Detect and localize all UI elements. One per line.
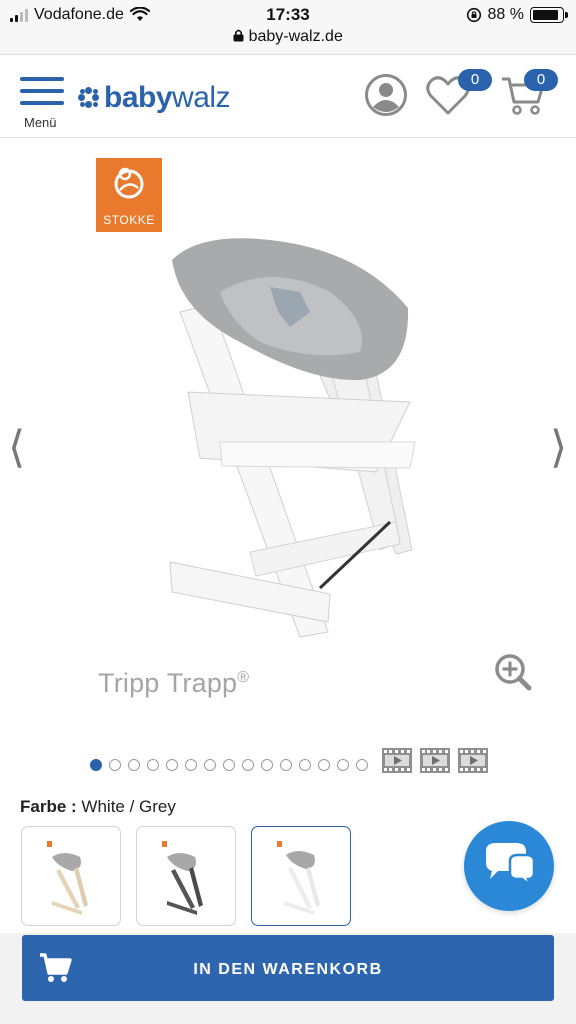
prev-image-button[interactable]: ⟨ [8, 422, 25, 473]
gallery-dot[interactable] [128, 759, 140, 771]
url-text: baby-walz.de [248, 28, 343, 45]
gallery-dot[interactable] [147, 759, 159, 771]
zoom-button[interactable] [494, 653, 532, 696]
color-variants [21, 826, 351, 926]
color-variant-white-selected[interactable] [251, 826, 351, 926]
babywalz-logo[interactable]: baby walz [78, 81, 231, 115]
zoom-in-icon [495, 654, 532, 691]
battery-icon [530, 7, 568, 23]
add-to-cart-bar: IN DEN WARENKORB [0, 933, 576, 1024]
orientation-lock-icon [466, 7, 481, 23]
film-play-icon [382, 748, 412, 773]
hamburger-icon [20, 77, 64, 81]
video-thumbnail-button[interactable] [382, 748, 412, 773]
color-selection-label: Farbe : White / Grey [20, 797, 176, 817]
next-image-button[interactable]: ⟩ [550, 422, 567, 473]
product-image [169, 238, 416, 638]
logo-walz: walz [172, 81, 231, 114]
url-bar[interactable]: baby-walz.de [0, 28, 576, 46]
gallery-dot[interactable] [223, 759, 235, 771]
chat-button[interactable] [464, 821, 554, 911]
site-header: Menü baby walz 0 0 [0, 54, 576, 138]
gallery-dot[interactable] [356, 759, 368, 771]
video-thumbnails [382, 748, 488, 773]
video-thumbnail-button[interactable] [420, 748, 450, 773]
color-value: White / Grey [81, 797, 176, 816]
gallery-dot[interactable] [318, 759, 330, 771]
image-pagination [90, 759, 368, 771]
gallery-dot[interactable] [261, 759, 273, 771]
gallery-dot[interactable] [185, 759, 197, 771]
caption-text: Tripp Trapp [98, 668, 238, 698]
gallery-dot[interactable] [204, 759, 216, 771]
color-variant-natural[interactable] [21, 826, 121, 926]
film-play-icon [458, 748, 488, 773]
account-button[interactable] [364, 73, 408, 122]
menu-label: Menü [24, 115, 57, 130]
product-gallery[interactable]: STOKKE ⟨ ⟩ Tripp Trapp® [0, 140, 576, 740]
gallery-dot[interactable] [337, 759, 349, 771]
status-bar: Vodafone.de 17:33 baby-walz.de 88 % [0, 0, 576, 54]
lock-icon [233, 29, 244, 42]
film-play-icon [420, 748, 450, 773]
flower-icon [78, 87, 100, 109]
chat-bubbles-icon [486, 843, 536, 889]
color-label: Farbe : [20, 797, 77, 816]
gallery-dot[interactable] [242, 759, 254, 771]
gallery-dot[interactable] [90, 759, 102, 771]
product-caption: Tripp Trapp® [98, 668, 249, 699]
status-right: 88 % [466, 6, 568, 24]
add-to-cart-label: IN DEN WARENKORB [193, 961, 383, 978]
gallery-dot[interactable] [166, 759, 178, 771]
wishlist-button[interactable]: 0 [426, 69, 492, 122]
cart-count-badge: 0 [524, 69, 558, 91]
battery-percent: 88 % [487, 6, 524, 23]
user-icon [365, 74, 407, 116]
logo-baby: baby [104, 81, 173, 114]
gallery-dot[interactable] [109, 759, 121, 771]
cart-button[interactable]: 0 [500, 69, 558, 122]
color-variant-storm-grey[interactable] [136, 826, 236, 926]
gallery-dot[interactable] [299, 759, 311, 771]
trademark-symbol: ® [237, 669, 250, 686]
stokke-wordmark: STOKKE [103, 213, 155, 227]
stokke-logo: STOKKE [96, 158, 162, 232]
wishlist-count-badge: 0 [458, 69, 492, 91]
gallery-dot[interactable] [280, 759, 292, 771]
video-thumbnail-button[interactable] [458, 748, 488, 773]
add-to-cart-button[interactable]: IN DEN WARENKORB [22, 935, 554, 1001]
